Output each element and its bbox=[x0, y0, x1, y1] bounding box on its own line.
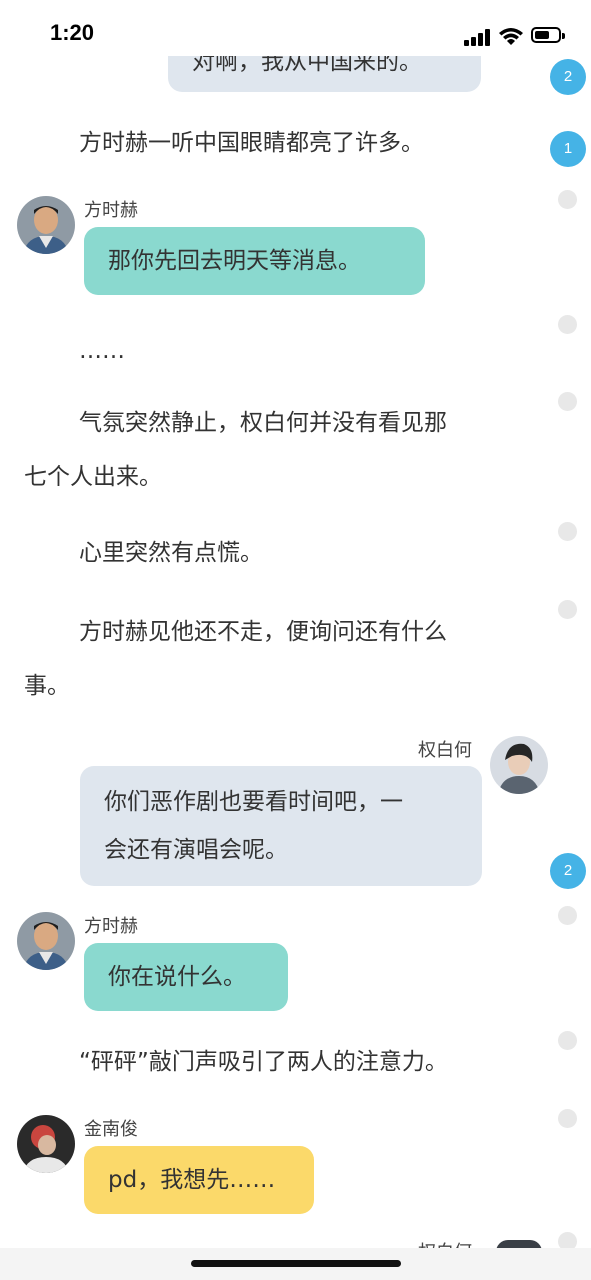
comment-dot[interactable] bbox=[558, 600, 577, 619]
home-indicator[interactable] bbox=[191, 1260, 401, 1267]
comment-count-badge[interactable]: 2 bbox=[550, 853, 586, 889]
comment-dot[interactable] bbox=[558, 315, 577, 334]
narration-text: 方时赫见他还不走，便询问还有什么 事。 bbox=[24, 605, 544, 713]
status-time: 1:20 bbox=[50, 20, 95, 45]
battery-icon bbox=[531, 27, 565, 43]
comment-dot[interactable] bbox=[558, 1109, 577, 1128]
narration-line: 气氛突然静止，权白何并没有看见那 bbox=[79, 410, 447, 436]
message-line: 会还有演唱会呢。 bbox=[104, 837, 288, 863]
avatar-fang-shihyuk[interactable] bbox=[17, 196, 75, 254]
narration-text: “砰砰”敲门声吸引了两人的注意力。 bbox=[79, 1049, 448, 1075]
wifi-icon bbox=[498, 26, 524, 50]
comment-dot[interactable] bbox=[558, 190, 577, 209]
message-bubble: 你们恶作剧也要看时间吧，一 会还有演唱会呢。 bbox=[80, 766, 482, 886]
avatar-kim-namjoon[interactable] bbox=[17, 1115, 75, 1173]
message-text: pd，我想先…… bbox=[108, 1167, 276, 1193]
narration-line: 事。 bbox=[24, 673, 70, 699]
message-bubble: pd，我想先…… bbox=[84, 1146, 314, 1214]
sender-name: 金南俊 bbox=[84, 1119, 138, 1140]
cellular-signal-icon bbox=[464, 28, 492, 46]
message-text: 那你先回去明天等消息。 bbox=[108, 248, 361, 274]
message-line: 你们恶作剧也要看时间吧，一 bbox=[104, 789, 403, 815]
comment-count-badge[interactable]: 1 bbox=[550, 131, 586, 167]
narration-line: 七个人出来。 bbox=[24, 464, 162, 490]
narration-text: 方时赫一听中国眼睛都亮了许多。 bbox=[79, 130, 424, 156]
avatar-kwon-baekha[interactable] bbox=[490, 736, 548, 794]
comment-dot[interactable] bbox=[558, 392, 577, 411]
sender-name: 方时赫 bbox=[84, 200, 138, 221]
comment-dot[interactable] bbox=[558, 522, 577, 541]
sender-name: 权白何 bbox=[418, 740, 472, 761]
narration-text: 气氛突然静止，权白何并没有看见那 七个人出来。 bbox=[24, 396, 544, 504]
message-bubble: 你在说什么。 bbox=[84, 943, 288, 1011]
avatar-fang-shihyuk[interactable] bbox=[17, 912, 75, 970]
comment-dot[interactable] bbox=[558, 1031, 577, 1050]
comment-dot[interactable] bbox=[558, 906, 577, 925]
status-bar: 1:20 bbox=[0, 0, 591, 56]
narration-line: 方时赫见他还不走，便询问还有什么 bbox=[79, 619, 447, 645]
sender-name: 方时赫 bbox=[84, 916, 138, 937]
message-bubble: 那你先回去明天等消息。 bbox=[84, 227, 425, 295]
narration-text: …… bbox=[79, 338, 125, 364]
message-text: 你在说什么。 bbox=[108, 964, 246, 990]
narration-text: 心里突然有点慌。 bbox=[79, 540, 263, 566]
comment-count-badge[interactable]: 2 bbox=[550, 59, 586, 95]
